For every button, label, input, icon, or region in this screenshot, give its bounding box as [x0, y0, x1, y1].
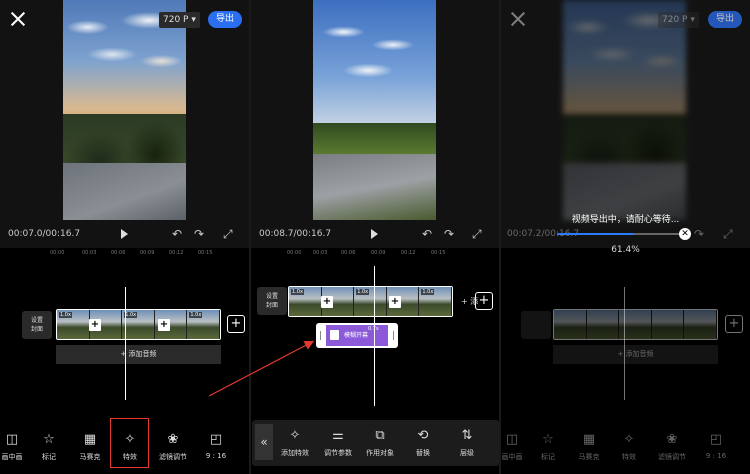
- playhead[interactable]: [374, 266, 375, 406]
- video-clip-strip[interactable]: 1.0x 1.0x 1.0x: [56, 309, 221, 340]
- transition-button[interactable]: +: [158, 319, 170, 331]
- tool-aspect: ◰ 9 : 16: [696, 420, 736, 470]
- effects-highlight-box: [110, 418, 149, 468]
- undo-icon[interactable]: ↶: [422, 227, 432, 241]
- tool-layer[interactable]: ⇅ 层级: [447, 416, 487, 466]
- effect-clip-name: 模糊开幕: [344, 332, 369, 339]
- effects-icon: ✧: [289, 428, 301, 443]
- video-clip-strip[interactable]: 1.0x 1.0x 1.0x: [288, 286, 453, 317]
- aspect-ratio-icon: ◰: [709, 432, 723, 447]
- replace-icon: ⟲: [417, 428, 429, 443]
- transition-button[interactable]: +: [89, 319, 101, 331]
- close-icon[interactable]: [10, 11, 26, 27]
- redo-icon: ↷: [694, 227, 705, 241]
- tool-replace[interactable]: ⟲ 替换: [403, 416, 443, 466]
- timecode: 00:07.0/00:16.7: [8, 229, 81, 239]
- tool-aspect[interactable]: ◰ 9 : 16: [196, 420, 236, 470]
- video-preview-area: 720 P ▾ 导出 00:07.0/00:16.7 ↶ ↷ ⤢: [0, 0, 249, 248]
- export-button: 导出: [708, 11, 742, 28]
- tool-marker: ☆ 标记: [528, 420, 568, 470]
- add-clip-button[interactable]: +: [227, 315, 245, 333]
- time-ruler: 00:00 00:03 00:06 00:09 00:12 00:15: [50, 250, 213, 256]
- tool-filter[interactable]: ❀ 滤镜调节: [153, 420, 193, 470]
- video-clip-strip: [553, 309, 718, 340]
- undo-icon[interactable]: ↶: [172, 227, 182, 241]
- export-button[interactable]: 导出: [208, 11, 242, 28]
- bottom-toolbar: ◫ 画中画 ☆ 标记 ▦ 马赛克 ✧ 特效 ❀ 滤镜调节 ◰ 9 : 16: [501, 420, 750, 470]
- aspect-ratio-icon: ◰: [209, 432, 223, 447]
- tool-effects: ✧ 特效: [609, 420, 649, 470]
- mosaic-icon: ▦: [83, 432, 97, 447]
- time-ruler: 00:00 00:03 00:06 00:09 00:12 00:15: [287, 250, 446, 256]
- video-preview-area: 00:08.7/00:16.7 ↶ ↷ ⤢: [251, 0, 500, 248]
- video-frame: [63, 0, 186, 220]
- filter-icon: ❀: [167, 432, 179, 447]
- add-audio-button[interactable]: + 添加音频: [56, 345, 221, 364]
- fullscreen-icon[interactable]: ⤢: [472, 227, 482, 242]
- editor-panel-effects: 00:08.7/00:16.7 ↶ ↷ ⤢ 00:00 00:03 00:06 …: [251, 0, 500, 474]
- playhead[interactable]: [125, 287, 126, 400]
- resolution-label: 720 P: [662, 15, 688, 25]
- effects-toolbar: « ✧ 添加特效 ⚌ 调节参数 ⧉ 作用对象 ⟲ 替换 ⇅ 层级: [252, 420, 499, 466]
- fullscreen-icon: ⤢: [723, 227, 733, 241]
- tool-add-effect[interactable]: ✧ 添加特效: [275, 416, 315, 466]
- set-cover-button[interactable]: 设置 封面: [22, 311, 52, 339]
- marker-icon: ☆: [542, 432, 554, 447]
- play-icon[interactable]: [371, 229, 378, 239]
- layer-icon: ⇅: [461, 428, 473, 443]
- redo-icon[interactable]: ↷: [444, 227, 454, 241]
- mosaic-icon: ▦: [582, 432, 596, 447]
- play-icon[interactable]: [121, 229, 128, 239]
- redo-icon[interactable]: ↷: [194, 227, 204, 241]
- tool-mosaic[interactable]: ▦ 马赛克: [70, 420, 110, 470]
- video-preview-area: 720 P ▾ 导出 00:07.2/00:16.7 ↷ ⤢ 视频导出中，请耐心…: [501, 0, 750, 248]
- timecode: 00:08.7/00:16.7: [259, 229, 332, 239]
- target-object-icon: ⧉: [375, 428, 385, 443]
- set-cover-button: [521, 311, 551, 339]
- tool-mosaic: ▦ 马赛克: [569, 420, 609, 470]
- tool-target-object[interactable]: ⧉ 作用对象: [360, 416, 400, 466]
- editor-panel-exporting: 720 P ▾ 导出 00:07.2/00:16.7 ↷ ⤢ 视频导出中，请耐心…: [501, 0, 750, 474]
- export-progress-percent: 61.4%: [611, 245, 640, 255]
- cancel-export-icon[interactable]: ✕: [679, 228, 691, 240]
- playhead: [624, 287, 625, 400]
- tool-filter: ❀ 滤镜调节: [652, 420, 692, 470]
- resolution-selector[interactable]: 720 P ▾: [159, 12, 200, 28]
- transition-button[interactable]: +: [389, 296, 401, 308]
- adjust-params-icon: ⚌: [332, 428, 344, 443]
- transition-button[interactable]: +: [321, 296, 333, 308]
- add-audio-button: + 添加音频: [553, 345, 718, 364]
- collapse-toolbar-icon[interactable]: «: [255, 424, 273, 460]
- export-progress-bar: [557, 233, 682, 235]
- tool-adjust-params[interactable]: ⚌ 调节参数: [318, 416, 358, 466]
- set-cover-button[interactable]: 设置 封面: [257, 287, 287, 315]
- effect-tag-icon: [330, 330, 339, 340]
- export-progress-message: 视频导出中，请耐心等待...: [571, 215, 680, 225]
- resolution-label: 720 P: [163, 15, 189, 25]
- tool-pip[interactable]: ◫ 画中画: [0, 420, 32, 470]
- fullscreen-icon[interactable]: ⤢: [223, 227, 233, 242]
- filter-icon: ❀: [666, 432, 678, 447]
- add-clip-button: +: [725, 315, 743, 333]
- editor-panel-timeline: 720 P ▾ 导出 00:07.0/00:16.7 ↶ ↷ ⤢ 00:00 0…: [0, 0, 249, 474]
- tool-marker[interactable]: ☆ 标记: [29, 420, 69, 470]
- add-clip-label: + 添: [461, 297, 479, 306]
- picture-in-picture-icon: ◫: [5, 432, 19, 447]
- resolution-selector: 720 P ▾: [658, 12, 699, 28]
- video-frame: [563, 0, 686, 220]
- effects-icon: ✧: [623, 432, 635, 447]
- effect-clip[interactable]: 模糊开幕 0.7s: [316, 323, 398, 348]
- marker-icon: ☆: [43, 432, 55, 447]
- close-icon: [510, 11, 526, 27]
- video-frame: [313, 0, 436, 220]
